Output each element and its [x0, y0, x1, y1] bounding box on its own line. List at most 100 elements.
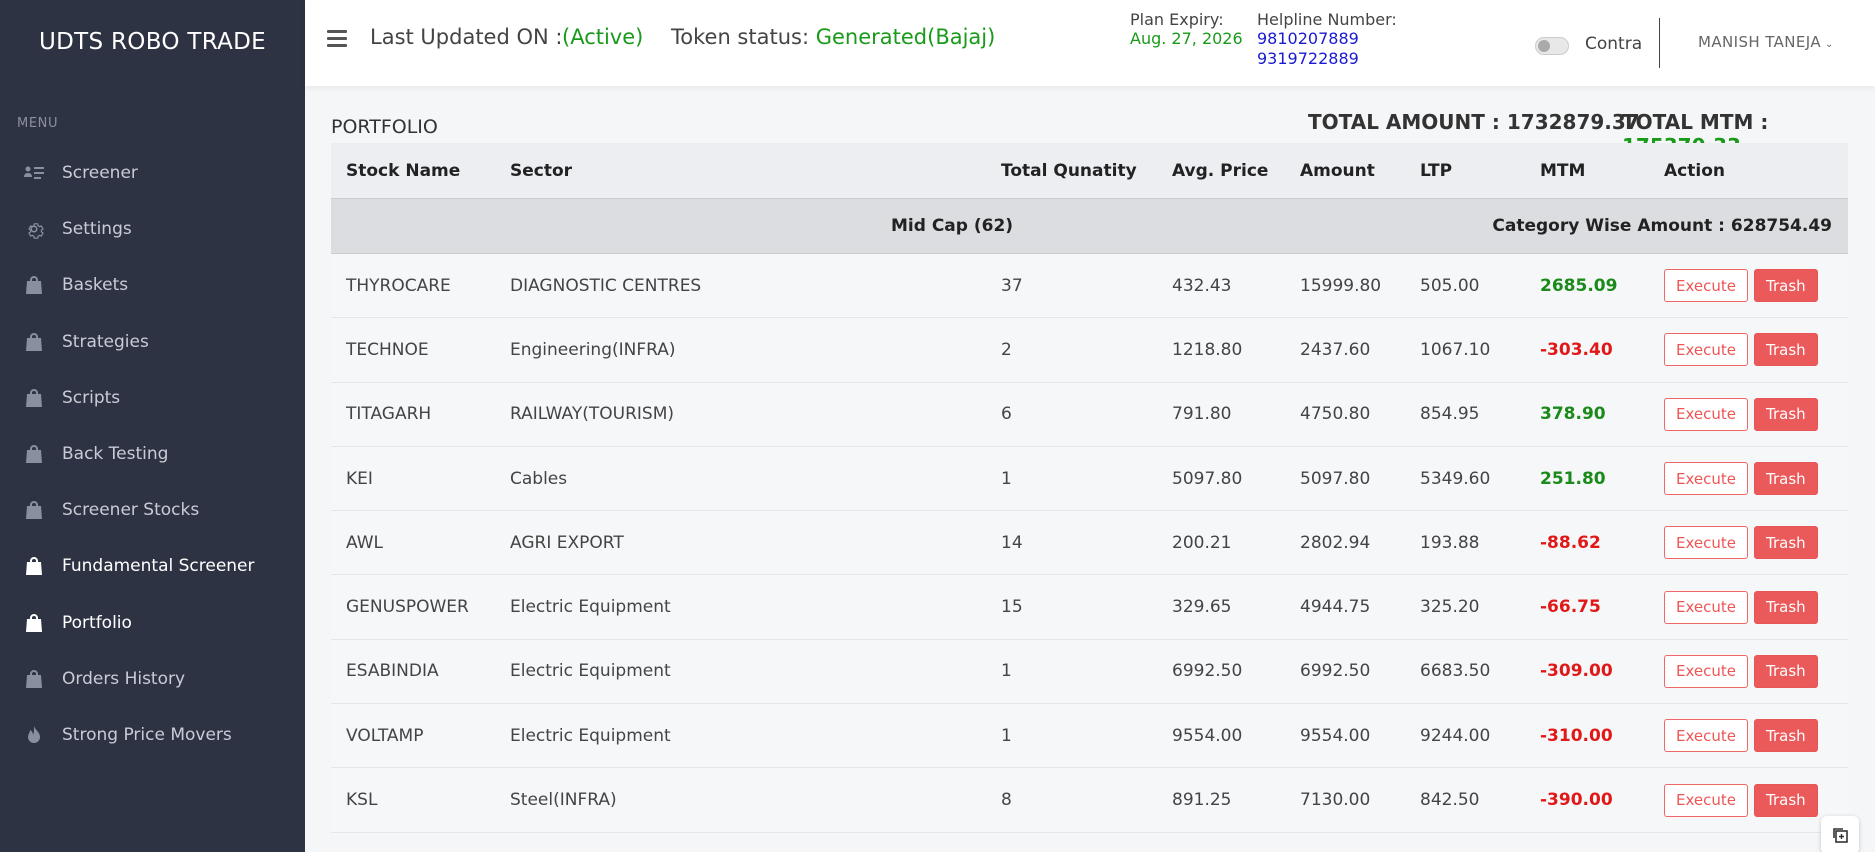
trash-button[interactable]: Trash: [1754, 654, 1818, 688]
menu-heading: MENU: [17, 116, 59, 131]
col-total-quantity: Total Qunatity: [1001, 160, 1137, 181]
cell-stock-name: TITAGARH: [346, 404, 432, 425]
trash-button[interactable]: Trash: [1754, 719, 1818, 753]
sidebar-item-back-testing[interactable]: Back Testing: [0, 426, 305, 482]
cell-total-quantity: 1: [1001, 661, 1012, 682]
cell-stock-name: GENUSPOWER: [346, 597, 469, 618]
table-body: THYROCARE DIAGNOSTIC CENTRES 37 432.43 15999…: [331, 254, 1848, 833]
cell-sector: RAILWAY(TOURISM): [510, 404, 675, 425]
col-ltp: LTP: [1420, 160, 1453, 181]
cell-avg-price: 9554.00: [1172, 725, 1243, 746]
header-divider: [1659, 18, 1660, 68]
sidebar-item-settings[interactable]: Settings: [0, 201, 305, 257]
sidebar-item-baskets[interactable]: Baskets: [0, 257, 305, 313]
cell-amount: 4944.75: [1300, 597, 1371, 618]
execute-button[interactable]: Execute: [1664, 590, 1748, 624]
sidebar-item-strong-price-movers[interactable]: Strong Price Movers: [0, 707, 305, 763]
col-mtm: MTM: [1540, 160, 1586, 181]
cell-amount: 4750.80: [1300, 404, 1371, 425]
cell-total-quantity: 6: [1001, 404, 1012, 425]
user-menu[interactable]: MANISH TANEJA ⌄: [1698, 33, 1834, 51]
execute-button[interactable]: Execute: [1664, 526, 1748, 560]
cell-total-quantity: 14: [1001, 532, 1023, 553]
cell-total-quantity: 1: [1001, 725, 1012, 746]
trash-button[interactable]: Trash: [1754, 462, 1818, 496]
cell-amount: 7130.00: [1300, 790, 1371, 811]
sidebar-item-label: Back Testing: [62, 444, 169, 465]
cell-total-quantity: 8: [1001, 790, 1012, 811]
cell-mtm: -88.62: [1540, 532, 1601, 553]
trash-button[interactable]: Trash: [1754, 526, 1818, 560]
sidebar-item-label: Screener: [62, 163, 138, 184]
cell-avg-price: 200.21: [1172, 532, 1232, 553]
cell-ltp: 505.00: [1420, 275, 1480, 296]
cell-sector: Engineering(INFRA): [510, 339, 676, 360]
cell-ltp: 193.88: [1420, 532, 1480, 553]
table-row: AWL AGRI EXPORT 14 200.21 2802.94 193.88 -88.6…: [331, 511, 1848, 576]
top-header: Last Updated ON : (Active) Token status:…: [305, 0, 1875, 86]
cell-ltp: 1067.10: [1420, 339, 1491, 360]
sidebar-item-strategies[interactable]: Strategies: [0, 314, 305, 370]
sidebar-item-label: Strategies: [62, 331, 149, 352]
brand-title[interactable]: UDTS ROBO TRADE: [0, 0, 305, 84]
cell-mtm: -303.40: [1540, 339, 1613, 360]
sidebar-item-screener-stocks[interactable]: Screener Stocks: [0, 482, 305, 538]
sidebar-item-label: Orders History: [62, 668, 186, 689]
bag-icon: [24, 669, 44, 689]
bag-icon: [24, 500, 44, 520]
cell-action: Execute Trash: [1664, 397, 1818, 431]
cell-ltp: 325.20: [1420, 597, 1480, 618]
portfolio-table: Stock Name Sector Total Qunatity Avg. Pr…: [331, 143, 1848, 833]
bag-icon: [24, 556, 44, 576]
helpline-number-1[interactable]: 9810207889: [1257, 29, 1359, 48]
execute-button[interactable]: Execute: [1664, 462, 1748, 496]
execute-button[interactable]: Execute: [1664, 719, 1748, 753]
cell-ltp: 842.50: [1420, 790, 1480, 811]
list-icon: [24, 163, 44, 183]
sidebar-item-scripts[interactable]: Scripts: [0, 370, 305, 426]
cell-action: Execute Trash: [1664, 783, 1818, 817]
table-header: Stock Name Sector Total Qunatity Avg. Pr…: [331, 143, 1848, 198]
execute-button[interactable]: Execute: [1664, 783, 1748, 817]
col-avg-price: Avg. Price: [1172, 160, 1269, 181]
cell-action: Execute Trash: [1664, 719, 1818, 753]
table-row: GENUSPOWER Electric Equipment 15 329.65 4944…: [331, 575, 1848, 640]
sidebar-item-label: Fundamental Screener: [62, 556, 255, 577]
execute-button[interactable]: Execute: [1664, 269, 1748, 303]
sidebar-item-portfolio[interactable]: Portfolio: [0, 595, 305, 651]
plan-expiry-label: Plan Expiry:: [1130, 10, 1224, 29]
cell-action: Execute Trash: [1664, 654, 1818, 688]
trash-button[interactable]: Trash: [1754, 269, 1818, 303]
table-row: KEI Cables 1 5097.80 5097.80 5349.60 251.80 Exe…: [331, 446, 1848, 512]
chevron-down-icon: ⌄: [1825, 39, 1834, 50]
col-action: Action: [1664, 160, 1725, 181]
contra-toggle[interactable]: [1535, 37, 1569, 55]
trash-button[interactable]: Trash: [1754, 397, 1818, 431]
trash-button[interactable]: Trash: [1754, 783, 1818, 817]
sidebar-item-screener[interactable]: Screener: [0, 145, 305, 201]
cell-avg-price: 1218.80: [1172, 339, 1243, 360]
sidebar-item-orders-history[interactable]: Orders History: [0, 651, 305, 707]
execute-button[interactable]: Execute: [1664, 654, 1748, 688]
contra-label: Contra: [1585, 34, 1643, 54]
copy-icon[interactable]: [1821, 816, 1859, 852]
bag-icon: [24, 444, 44, 464]
cell-amount: 5097.80: [1300, 468, 1371, 489]
bag-icon: [24, 275, 44, 295]
category-amount: Category Wise Amount : 628754.49: [1492, 216, 1832, 236]
trash-button[interactable]: Trash: [1754, 590, 1818, 624]
trash-button[interactable]: Trash: [1754, 333, 1818, 367]
helpline-number-2[interactable]: 9319722889: [1257, 49, 1359, 68]
user-name: MANISH TANEJA: [1698, 33, 1821, 51]
execute-button[interactable]: Execute: [1664, 333, 1748, 367]
sidebar-item-fundamental-screener[interactable]: Fundamental Screener: [0, 538, 305, 594]
cell-action: Execute Trash: [1664, 526, 1818, 560]
cell-stock-name: VOLTAMP: [346, 725, 424, 746]
cell-avg-price: 791.80: [1172, 404, 1232, 425]
helpline-label: Helpline Number:: [1257, 10, 1397, 29]
cell-avg-price: 891.25: [1172, 790, 1232, 811]
hamburger-menu-icon[interactable]: [327, 30, 347, 48]
table-row: THYROCARE DIAGNOSTIC CENTRES 37 432.43 15999…: [331, 254, 1848, 319]
execute-button[interactable]: Execute: [1664, 397, 1748, 431]
table-row: ESABINDIA Electric Equipment 1 6992.50 6992.…: [331, 639, 1848, 705]
